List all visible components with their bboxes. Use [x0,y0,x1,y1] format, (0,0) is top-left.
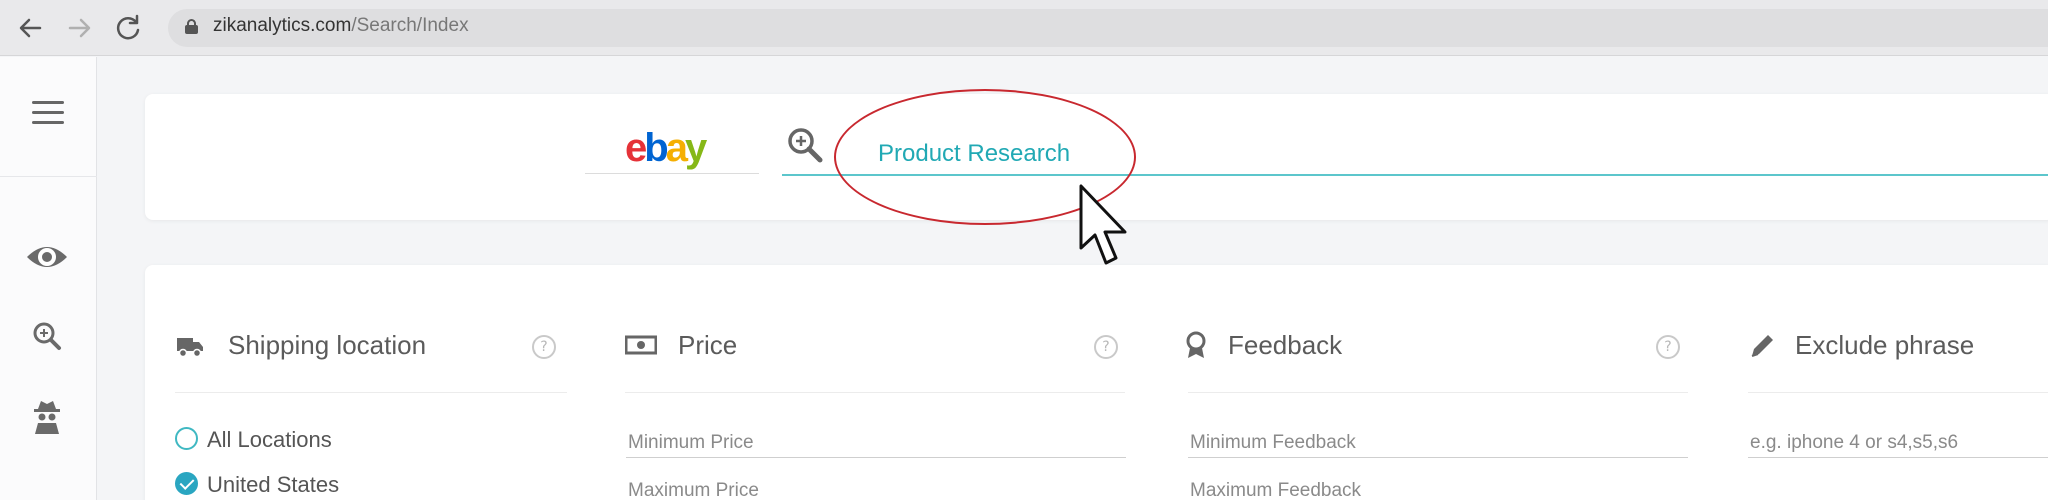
sidebar-divider [0,176,97,177]
min-price-input[interactable] [626,418,1126,458]
exclude-phrase-title: Exclude phrase [1795,330,1975,360]
hamburger-menu-icon[interactable] [32,101,64,125]
truck-icon [175,330,205,360]
marketplace-select-underline [585,173,759,174]
reload-icon[interactable] [112,12,144,44]
radio-united-states[interactable] [175,472,198,495]
url-text[interactable]: zikanalytics.com/Search/Index [213,15,469,37]
search-input-value: Product Research [878,140,1071,167]
min-feedback-input[interactable] [1188,418,1688,458]
left-sidebar [0,57,97,500]
ebay-logo[interactable]: ebay [625,125,707,171]
max-feedback-input[interactable] [1188,466,1688,500]
award-icon [1183,330,1213,360]
feedback-help-icon[interactable]: ? [1656,335,1680,359]
filters-panel [145,265,2048,500]
price-help-icon[interactable]: ? [1094,335,1118,359]
url-path: /Search/Index [351,15,469,36]
money-icon [624,330,658,360]
eye-icon[interactable] [24,237,70,277]
pencil-icon [1748,330,1778,360]
shipping-divider [175,392,567,393]
max-price-input[interactable] [626,466,1126,500]
radio-all-locations[interactable] [175,427,198,450]
url-domain: zikanalytics.com [213,15,352,36]
spy-icon[interactable] [24,397,70,437]
search-zoom-icon[interactable] [24,317,70,357]
shipping-location-title: Shipping location [228,330,427,360]
radio-label-all-locations: All Locations [207,427,332,452]
price-title: Price [678,330,738,360]
mouse-cursor-icon [1078,183,1136,269]
exclude-phrase-input[interactable] [1748,418,2048,458]
forward-arrow-icon[interactable] [64,12,96,44]
back-arrow-icon[interactable] [14,12,46,44]
feedback-divider [1188,392,1688,393]
exclude-divider [1748,392,2048,393]
feedback-title: Feedback [1228,330,1343,360]
browser-toolbar: zikanalytics.com/Search/Index [0,0,2048,56]
shipping-help-icon[interactable]: ? [532,335,556,359]
radio-label-united-states: United States [207,472,340,497]
lock-icon [185,19,198,34]
price-divider [625,392,1125,393]
